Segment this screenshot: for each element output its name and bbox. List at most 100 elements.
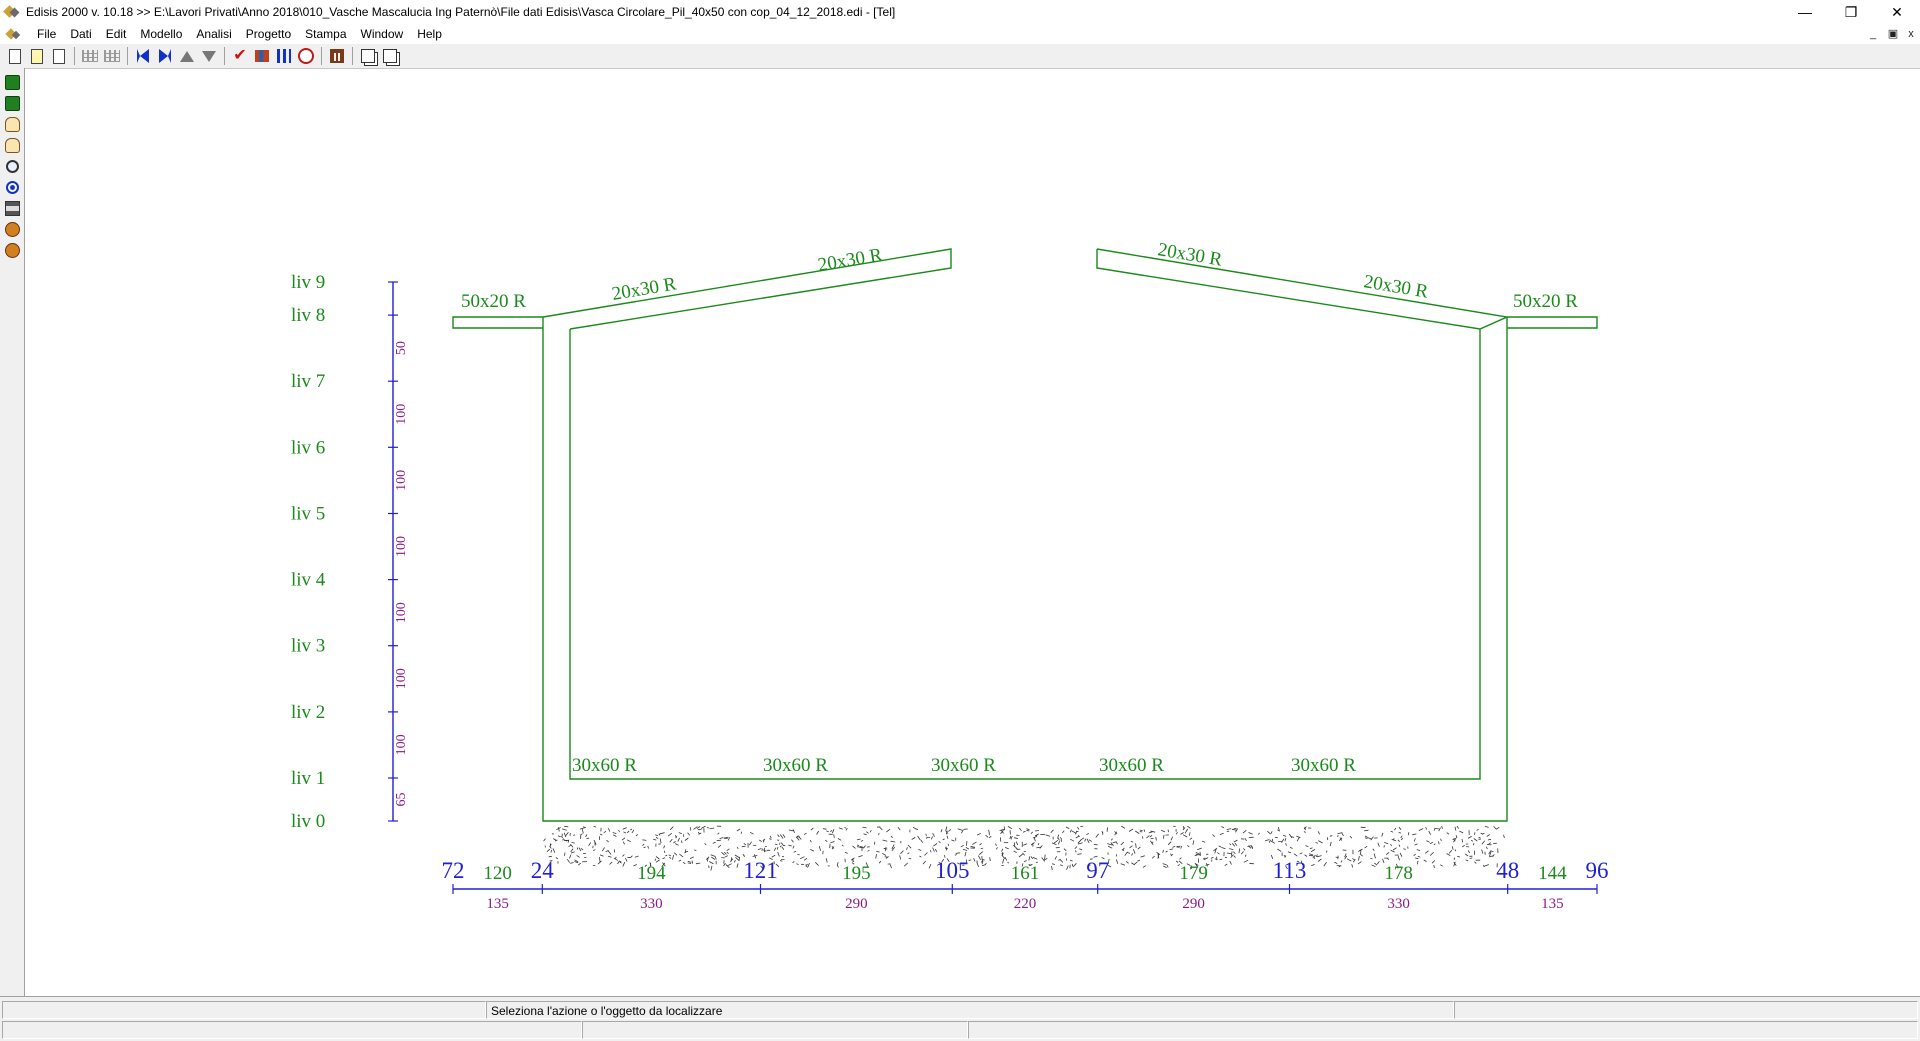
new-file-icon [9,48,21,64]
grid-button[interactable] [79,46,101,66]
close-button[interactable]: ✕ [1874,0,1920,24]
left-rafter-label[interactable]: 20x30 R [816,244,884,275]
zoom-button[interactable] [1,156,23,176]
menu-progetto[interactable]: Progetto [239,24,298,44]
right-cantilever-line[interactable] [1507,316,1598,329]
node-number[interactable]: 97 [1086,858,1109,883]
copy-file-icon [53,48,65,64]
level-label[interactable]: liv 9 [291,272,325,293]
copy-file-button[interactable] [48,46,70,66]
level-label[interactable]: liv 0 [291,811,325,832]
menu-help[interactable]: Help [410,24,449,44]
hand-point-button[interactable] [1,114,23,134]
menu-modello[interactable]: Modello [133,24,189,44]
base-beam-label[interactable]: 30x60 R [1291,755,1356,776]
minimize-button[interactable]: — [1782,0,1828,24]
open-file-button[interactable] [26,46,48,66]
span-id[interactable]: 161 [1011,863,1040,884]
level-spacing-label: 65 [394,793,409,807]
left-cantilever-line[interactable] [452,316,543,329]
frame-icon [330,49,344,63]
menu-edit[interactable]: Edit [99,24,134,44]
target-icon [5,180,19,194]
status-panel-bottom-2 [582,1021,968,1039]
level-label[interactable]: liv 2 [291,702,325,723]
first-button[interactable] [132,46,154,66]
span-id[interactable]: 144 [1538,863,1567,884]
span-ids: 120 194 195 161 179 178 144 [483,863,1567,884]
clock-button[interactable] [295,46,317,66]
level-label[interactable]: liv 7 [291,371,325,392]
target-button[interactable] [1,177,23,197]
hand-pan-button[interactable] [1,135,23,155]
menu-stampa[interactable]: Stampa [298,24,353,44]
building-button[interactable] [251,46,273,66]
app-icon[interactable] [4,4,20,20]
base-beam-label[interactable]: 30x60 R [931,755,996,776]
maximize-button[interactable]: ❐ [1828,0,1874,24]
node-number[interactable]: 105 [935,858,970,883]
level-label[interactable]: liv 4 [291,570,326,591]
toolbar-separator [321,47,322,65]
up-button[interactable] [176,46,198,66]
document-icon[interactable] [6,26,22,42]
base-beam-label[interactable]: 30x60 R [1099,755,1164,776]
level-label[interactable]: liv 3 [291,636,325,657]
node-number[interactable]: 121 [743,858,778,883]
outer-frame-line[interactable] [542,317,1508,822]
select-area-icon [4,95,20,111]
grid-2-button[interactable] [101,46,123,66]
drawing-canvas[interactable]: liv 0 liv 1 liv 2 liv 3 liv 4 liv 5 liv 6 liv 7… [25,69,1920,996]
copy-button[interactable] [357,46,379,66]
right-rafter-label[interactable]: 20x30 R [1156,239,1224,270]
base-beam-label[interactable]: 30x60 R [572,755,637,776]
node-number[interactable]: 113 [1273,858,1307,883]
document-close-button[interactable]: x [1902,26,1920,42]
node-number[interactable]: 48 [1496,858,1519,883]
new-file-button[interactable] [4,46,26,66]
level-label[interactable]: liv 8 [291,305,325,326]
print-button[interactable] [1,198,23,218]
node-number[interactable]: 24 [531,858,555,883]
node-number[interactable]: 72 [442,858,465,883]
last-button[interactable] [154,46,176,66]
left-cantilever-label[interactable]: 50x20 R [461,291,526,312]
status-panel-bottom-3 [968,1021,1918,1039]
document-restore-button[interactable]: ▣ [1884,26,1902,42]
document-minimize-button[interactable]: _ [1864,26,1882,42]
inner-frame-line[interactable] [569,329,1481,780]
menu-file[interactable]: File [30,24,63,44]
base-beam-label[interactable]: 30x60 R [763,755,828,776]
down-button[interactable] [198,46,220,66]
level-label[interactable]: liv 6 [291,437,325,458]
query-2-button[interactable] [1,240,23,260]
print-icon [4,200,20,216]
level-spacing-label: 100 [394,602,409,623]
status-panel-left [2,1001,486,1019]
span-id[interactable]: 120 [483,863,512,884]
right-rafter-line[interactable] [1096,248,1510,330]
toolbar-separator [127,47,128,65]
query-1-button[interactable] [1,219,23,239]
level-spacing-label: 50 [394,341,409,355]
left-rafter-line[interactable] [542,248,952,330]
menu-dati[interactable]: Dati [63,24,98,44]
paste-icon [383,49,397,63]
menu-window[interactable]: Window [354,24,411,44]
level-label[interactable]: liv 5 [291,504,325,525]
columns-button[interactable] [273,46,295,66]
select-button[interactable] [1,72,23,92]
menu-analisi[interactable]: Analisi [189,24,238,44]
node-number[interactable]: 96 [1586,858,1609,883]
paste-button[interactable] [379,46,401,66]
structure-drawing[interactable]: liv 0 liv 1 liv 2 liv 3 liv 4 liv 5 liv 6 liv 7… [25,69,1920,996]
span-id[interactable]: 194 [637,863,666,884]
span-id[interactable]: 179 [1179,863,1208,884]
frame-button[interactable] [326,46,348,66]
level-label[interactable]: liv 1 [291,768,325,789]
span-id[interactable]: 178 [1384,863,1413,884]
check-button[interactable]: ✔ [229,46,251,66]
right-cantilever-label[interactable]: 50x20 R [1513,291,1578,312]
select-area-button[interactable] [1,93,23,113]
span-id[interactable]: 195 [842,863,871,884]
